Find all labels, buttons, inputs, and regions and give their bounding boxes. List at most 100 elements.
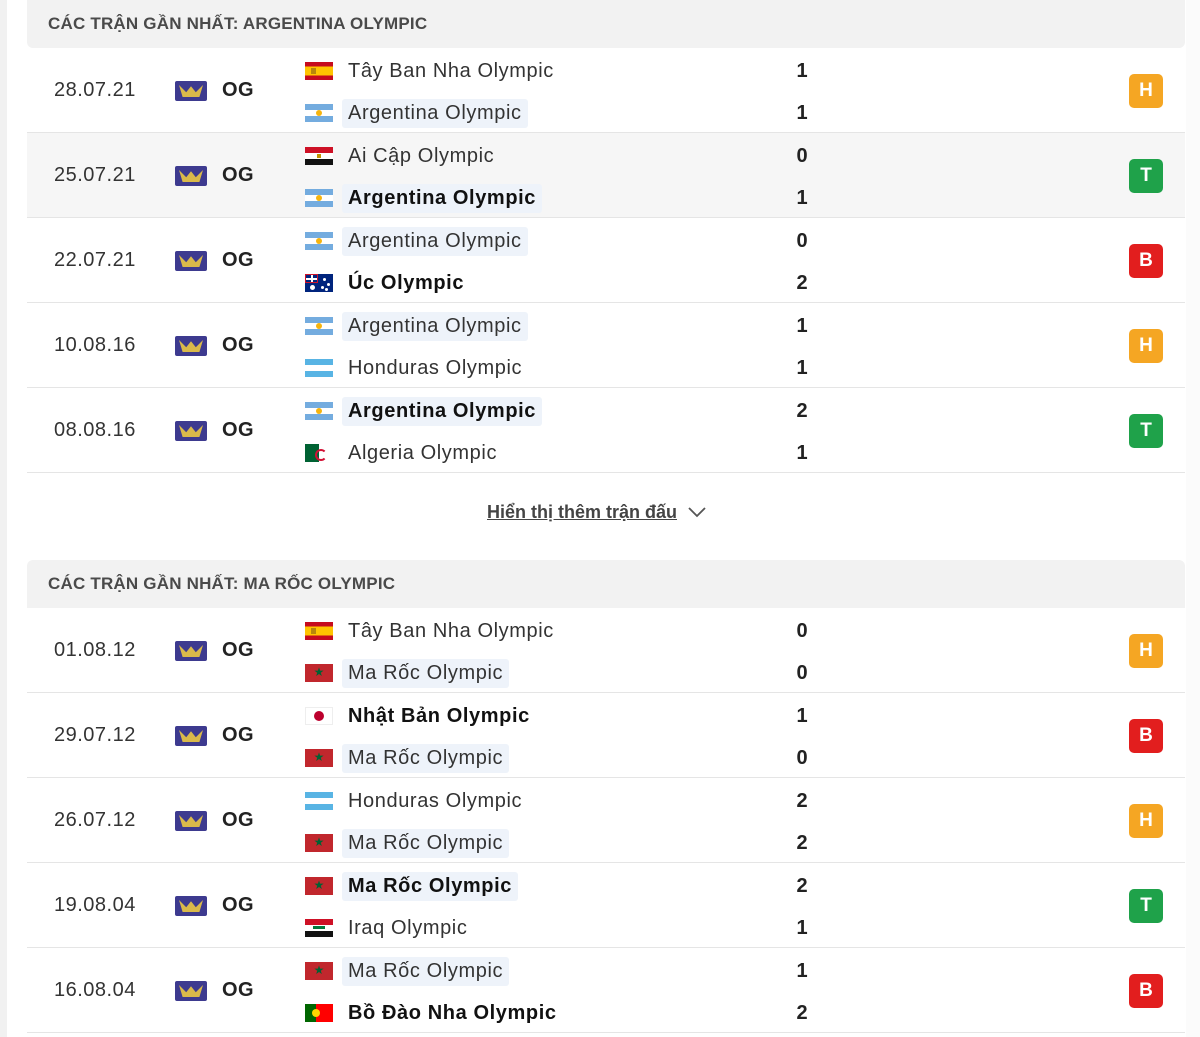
home-score: 2: [796, 400, 808, 422]
away-team[interactable]: Argentina Olympic: [305, 183, 543, 213]
scrollbar-track[interactable]: [1186, 0, 1200, 1037]
match-row[interactable]: 08.08.16 OG Argentina Olympic Algeria Ol…: [27, 388, 1185, 473]
team-name: Argentina Olympic: [342, 226, 528, 256]
away-score: 2: [796, 272, 808, 294]
match-row[interactable]: 25.07.21 OG Ai Cập Olympic Argentina Oly…: [27, 133, 1185, 218]
away-team[interactable]: Ma Rốc Olympic: [305, 743, 510, 773]
match-row[interactable]: 10.08.16 OG Argentina Olympic Honduras O…: [27, 303, 1185, 388]
spain-flag-icon: [305, 622, 333, 640]
result-badge: H: [1129, 804, 1163, 838]
away-team[interactable]: Algeria Olympic: [305, 438, 503, 468]
league-name[interactable]: OG: [222, 778, 254, 863]
home-score: 1: [796, 60, 808, 82]
away-team[interactable]: Úc Olympic: [305, 268, 470, 298]
olympic-games-icon: [175, 641, 207, 661]
away-score: 2: [796, 832, 808, 854]
team-name: Tây Ban Nha Olympic: [348, 59, 554, 82]
result-badge: T: [1129, 414, 1163, 448]
morocco-flag-icon: [305, 749, 333, 767]
home-team[interactable]: Argentina Olympic: [305, 311, 528, 341]
olympic-games-icon: [175, 981, 207, 1001]
home-team[interactable]: Ma Rốc Olympic: [305, 956, 510, 986]
result-badge: H: [1129, 329, 1163, 363]
away-score: 1: [796, 102, 808, 124]
away-score: 1: [796, 187, 808, 209]
team-name: Ma Rốc Olympic: [342, 658, 510, 688]
home-team[interactable]: Ma Rốc Olympic: [305, 871, 518, 901]
home-score: 0: [796, 230, 808, 252]
home-score: 2: [796, 875, 808, 897]
result-badge: B: [1129, 974, 1163, 1008]
algeria-flag-icon: [305, 444, 333, 462]
match-row[interactable]: 16.08.04 OG Ma Rốc Olympic Bồ Đào Nha Ol…: [27, 948, 1185, 1033]
home-score: 0: [796, 145, 808, 167]
home-team[interactable]: Tây Ban Nha Olympic: [305, 56, 560, 86]
match-date: 25.07.21: [54, 164, 136, 186]
away-team[interactable]: Honduras Olympic: [305, 353, 528, 383]
match-row[interactable]: 29.07.12 OG Nhật Bản Olympic Ma Rốc Olym…: [27, 693, 1185, 778]
match-row[interactable]: 19.08.04 OG Ma Rốc Olympic Iraq Olympic …: [27, 863, 1185, 948]
olympic-games-icon: [175, 81, 207, 101]
chevron-down-icon: [688, 507, 706, 518]
league-name[interactable]: OG: [222, 218, 254, 303]
match-row[interactable]: 28.07.21 OG Tây Ban Nha Olympic Argentin…: [27, 48, 1185, 133]
show-more-label: Hiển thị thêm trận đấu: [487, 501, 678, 522]
team-name: Bồ Đào Nha Olympic: [348, 1001, 557, 1024]
league-name[interactable]: OG: [222, 693, 254, 778]
recent-matches-argentina: CÁC TRẬN GẦN NHẤT: ARGENTINA OLYMPIC 28.…: [27, 0, 1185, 473]
olympic-games-icon: [175, 336, 207, 356]
match-row[interactable]: 26.07.12 OG Honduras Olympic Ma Rốc Olym…: [27, 778, 1185, 863]
match-date: 29.07.12: [54, 724, 136, 746]
away-team[interactable]: Ma Rốc Olympic: [305, 658, 510, 688]
away-score: 1: [796, 442, 808, 464]
home-team[interactable]: Honduras Olympic: [305, 786, 528, 816]
team-name: Ai Cập Olympic: [348, 144, 495, 167]
result-badge: H: [1129, 634, 1163, 668]
team-name: Nhật Bản Olympic: [348, 704, 530, 727]
morocco-flag-icon: [305, 664, 333, 682]
league-name[interactable]: OG: [222, 608, 254, 693]
home-team[interactable]: Argentina Olympic: [305, 396, 543, 426]
away-team[interactable]: Bồ Đào Nha Olympic: [305, 998, 563, 1028]
team-name: Tây Ban Nha Olympic: [348, 619, 554, 642]
spain-flag-icon: [305, 62, 333, 80]
away-score: 0: [796, 662, 808, 684]
team-name: Úc Olympic: [348, 271, 465, 294]
show-more-matches-button[interactable]: Hiển thị thêm trận đấu: [487, 500, 707, 524]
morocco-flag-icon: [305, 834, 333, 852]
team-name: Argentina Olympic: [342, 311, 528, 341]
team-name: Argentina Olympic: [342, 183, 543, 213]
home-team[interactable]: Ai Cập Olympic: [305, 141, 500, 171]
league-name[interactable]: OG: [222, 48, 254, 133]
league-name[interactable]: OG: [222, 303, 254, 388]
away-team[interactable]: Iraq Olympic: [305, 913, 473, 943]
match-date: 19.08.04: [54, 894, 136, 916]
league-name[interactable]: OG: [222, 388, 254, 473]
result-badge: T: [1129, 889, 1163, 923]
home-score: 1: [796, 705, 808, 727]
match-row[interactable]: 01.08.12 OG Tây Ban Nha Olympic Ma Rốc O…: [27, 608, 1185, 693]
home-team[interactable]: Argentina Olympic: [305, 226, 528, 256]
home-team[interactable]: Tây Ban Nha Olympic: [305, 616, 560, 646]
team-name: Ma Rốc Olympic: [342, 828, 510, 858]
result-badge: B: [1129, 719, 1163, 753]
match-date: 22.07.21: [54, 249, 136, 271]
league-name[interactable]: OG: [222, 948, 254, 1033]
match-date: 26.07.12: [54, 809, 136, 831]
olympic-games-icon: [175, 726, 207, 746]
left-gutter: [0, 0, 7, 1037]
team-name: Argentina Olympic: [342, 396, 543, 426]
australia-flag-icon: [305, 274, 333, 292]
away-team[interactable]: Argentina Olympic: [305, 98, 528, 128]
team-name: Ma Rốc Olympic: [342, 871, 518, 901]
portugal-flag-icon: [305, 1004, 333, 1022]
match-row[interactable]: 22.07.21 OG Argentina Olympic Úc Olympic…: [27, 218, 1185, 303]
egypt-flag-icon: [305, 147, 333, 165]
league-name[interactable]: OG: [222, 133, 254, 218]
section-title: CÁC TRẬN GẦN NHẤT: ARGENTINA OLYMPIC: [27, 0, 1185, 48]
olympic-games-icon: [175, 896, 207, 916]
home-team[interactable]: Nhật Bản Olympic: [305, 701, 536, 731]
section-title: CÁC TRẬN GẦN NHẤT: MA RỐC OLYMPIC: [27, 560, 1185, 608]
away-team[interactable]: Ma Rốc Olympic: [305, 828, 510, 858]
league-name[interactable]: OG: [222, 863, 254, 948]
